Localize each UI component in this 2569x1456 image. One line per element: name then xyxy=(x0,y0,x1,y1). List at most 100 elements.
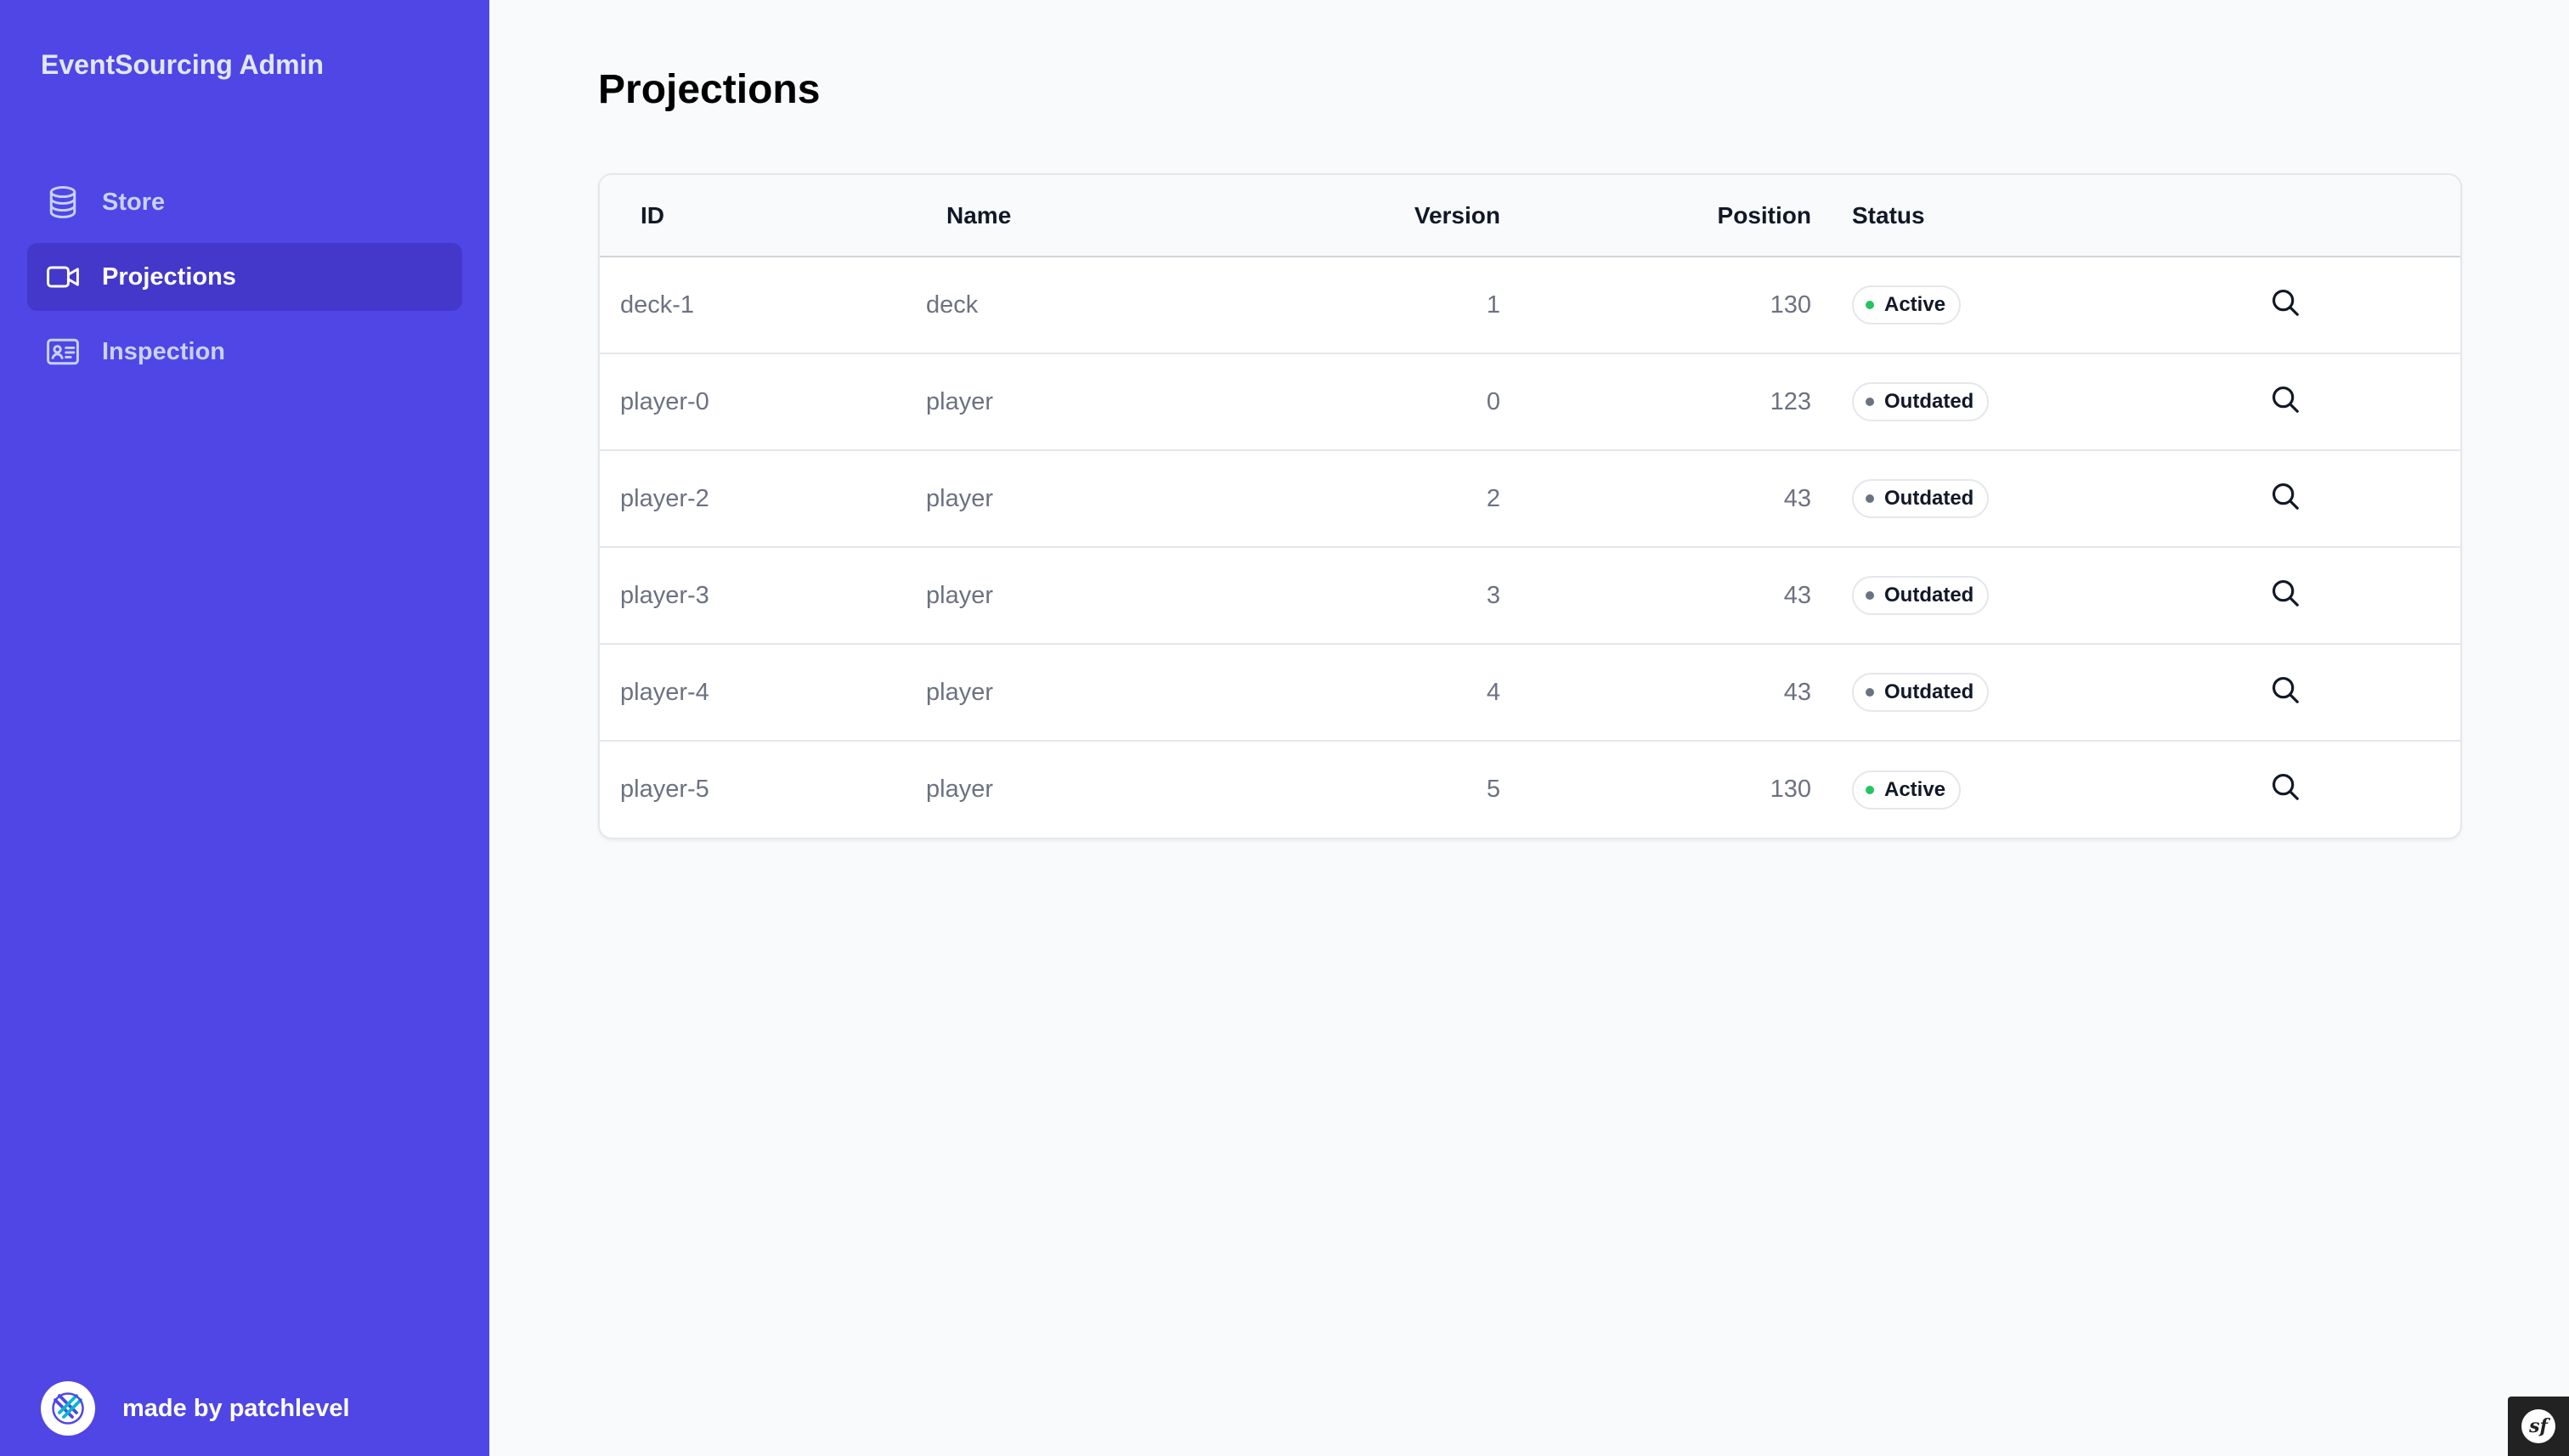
search-icon xyxy=(2272,579,2299,607)
status-dot-icon xyxy=(1866,494,1874,503)
cell-id: player-3 xyxy=(620,581,709,609)
cell-status: Active xyxy=(1811,257,2236,353)
sidebar-item-label: Inspection xyxy=(102,337,226,365)
cell-version: 4 xyxy=(1486,678,1500,706)
column-header-name: Name xyxy=(946,201,1012,229)
table-header-row: ID Name Version Position Status xyxy=(600,175,2460,257)
search-icon xyxy=(2272,483,2299,510)
footer-brand[interactable]: made by patchlevel xyxy=(41,1381,350,1436)
column-header-status: Status xyxy=(1852,201,1925,229)
search-icon xyxy=(2272,289,2299,316)
symfony-logo-icon: sf xyxy=(2521,1409,2555,1443)
table-row: deck-1 deck 1 130 Active xyxy=(600,257,2460,353)
column-header-id: ID xyxy=(641,201,664,229)
cell-id: deck-1 xyxy=(620,291,695,319)
cell-id: player-0 xyxy=(620,387,709,415)
sidebar-nav: Store Projections Inspection xyxy=(27,168,462,392)
status-dot-icon xyxy=(1866,301,1874,309)
status-badge: Outdated xyxy=(1852,382,1990,421)
page-title: Projections xyxy=(598,67,821,112)
inspect-button[interactable] xyxy=(2268,673,2302,707)
symfony-toolbar-toggle[interactable]: sf xyxy=(2508,1397,2569,1456)
search-icon xyxy=(2272,773,2299,800)
sidebar-item-store[interactable]: Store xyxy=(27,168,462,236)
search-icon xyxy=(2272,676,2299,703)
search-icon xyxy=(2272,386,2299,413)
cell-name: deck xyxy=(926,291,979,319)
cell-position: 123 xyxy=(1770,387,1811,415)
inspect-button[interactable] xyxy=(2268,576,2302,610)
cell-version: 5 xyxy=(1486,776,1500,803)
status-label: Outdated xyxy=(1884,390,1974,413)
inspect-button[interactable] xyxy=(2268,382,2302,416)
status-label: Active xyxy=(1884,293,1946,316)
table-row: player-2 player 2 43 Outdated xyxy=(600,450,2460,547)
status-badge: Outdated xyxy=(1852,479,1990,518)
status-badge: Active xyxy=(1852,770,1962,810)
cell-status: Outdated xyxy=(1811,450,2236,547)
table-row: player-0 player 0 123 Outdated xyxy=(600,353,2460,450)
sidebar-item-inspection[interactable]: Inspection xyxy=(27,318,462,386)
column-header-position: Position xyxy=(1717,201,1811,229)
database-icon xyxy=(42,182,83,223)
cell-position: 43 xyxy=(1783,484,1811,512)
status-label: Outdated xyxy=(1884,487,1974,510)
status-label: Active xyxy=(1884,777,1946,801)
sidebar-item-label: Store xyxy=(102,188,166,216)
cell-version: 3 xyxy=(1486,581,1500,609)
cell-position: 130 xyxy=(1770,776,1811,803)
cell-action xyxy=(2236,257,2460,353)
column-header-version: Version xyxy=(1414,201,1500,229)
cell-action xyxy=(2236,450,2460,547)
inspect-button[interactable] xyxy=(2268,479,2302,513)
cell-version: 1 xyxy=(1486,291,1500,319)
cell-name: player xyxy=(926,387,993,415)
cell-version: 2 xyxy=(1486,484,1500,512)
video-camera-icon xyxy=(42,257,83,297)
sidebar: EventSourcing Admin Store Projections In… xyxy=(0,0,489,1456)
cell-position: 130 xyxy=(1770,291,1811,319)
projections-table-card: ID Name Version Position Status deck-1 d… xyxy=(598,173,2462,839)
inspect-button[interactable] xyxy=(2268,770,2302,804)
cell-status: Outdated xyxy=(1811,353,2236,450)
status-dot-icon xyxy=(1866,398,1874,406)
cell-name: player xyxy=(926,484,993,512)
inspect-button[interactable] xyxy=(2268,285,2302,319)
status-label: Outdated xyxy=(1884,680,1974,703)
cell-id: player-5 xyxy=(620,776,709,803)
table-body: deck-1 deck 1 130 Active player-0 player… xyxy=(600,257,2460,838)
cell-position: 43 xyxy=(1783,678,1811,706)
cell-status: Active xyxy=(1811,741,2236,838)
cell-version: 0 xyxy=(1486,387,1500,415)
status-dot-icon xyxy=(1866,688,1874,697)
patchlevel-logo-icon xyxy=(41,1381,95,1436)
cell-action xyxy=(2236,741,2460,838)
table-row: player-5 player 5 130 Active xyxy=(600,741,2460,838)
sidebar-item-projections[interactable]: Projections xyxy=(27,243,462,311)
cell-id: player-4 xyxy=(620,678,709,706)
cell-id: player-2 xyxy=(620,484,709,512)
cell-name: player xyxy=(926,776,993,803)
status-badge: Outdated xyxy=(1852,576,1990,615)
status-label: Outdated xyxy=(1884,584,1974,607)
cell-position: 43 xyxy=(1783,581,1811,609)
id-card-icon xyxy=(42,331,83,372)
sidebar-item-label: Projections xyxy=(102,262,236,291)
status-badge: Outdated xyxy=(1852,673,1990,712)
cell-action xyxy=(2236,353,2460,450)
table-row: player-4 player 4 43 Outdated xyxy=(600,644,2460,741)
column-header-action xyxy=(2236,175,2460,257)
cell-status: Outdated xyxy=(1811,547,2236,644)
status-badge: Active xyxy=(1852,285,1962,324)
cell-status: Outdated xyxy=(1811,644,2236,741)
table-row: player-3 player 3 43 Outdated xyxy=(600,547,2460,644)
cell-name: player xyxy=(926,581,993,609)
footer-text: made by patchlevel xyxy=(122,1394,350,1422)
cell-action xyxy=(2236,644,2460,741)
app-title: EventSourcing Admin xyxy=(41,49,325,80)
cell-action xyxy=(2236,547,2460,644)
projections-table: ID Name Version Position Status deck-1 d… xyxy=(600,175,2460,838)
cell-name: player xyxy=(926,678,993,706)
status-dot-icon xyxy=(1866,591,1874,600)
status-dot-icon xyxy=(1866,785,1874,794)
